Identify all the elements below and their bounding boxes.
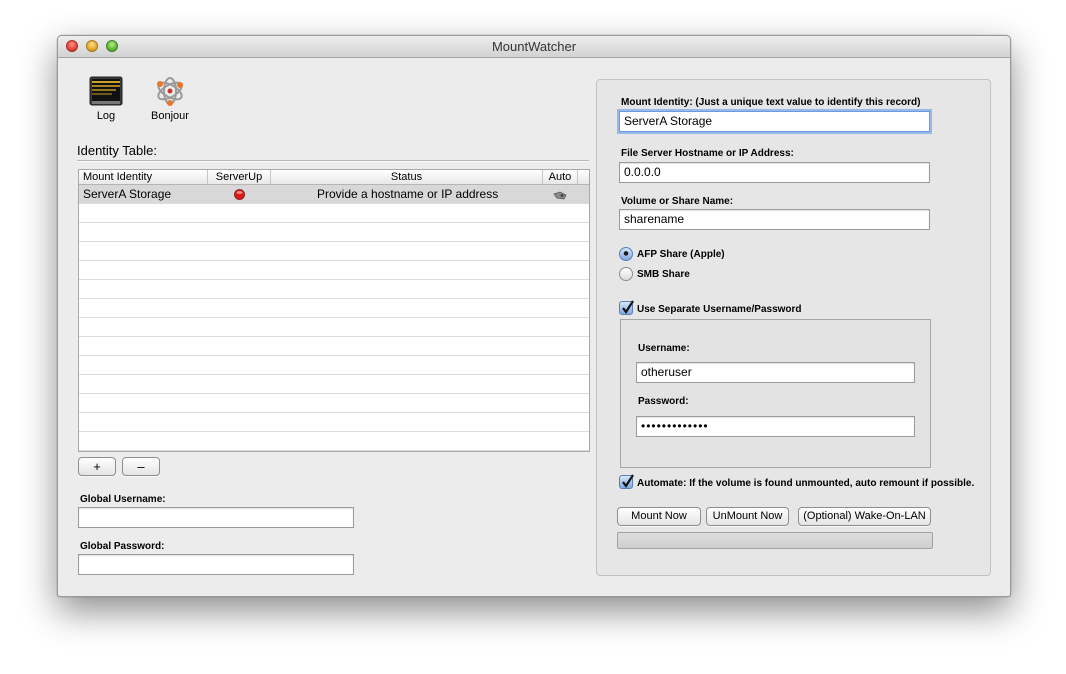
unmount-now-button[interactable]: UnMount Now xyxy=(706,507,789,526)
checkmark-icon xyxy=(622,300,634,314)
table-row-empty xyxy=(79,299,589,318)
afp-label[interactable]: AFP Share (Apple) xyxy=(637,249,725,260)
mount-identity-field[interactable]: ServerA Storage xyxy=(619,111,930,132)
table-row-empty xyxy=(79,242,589,261)
mount-identity-label: Mount Identity: (Just a unique text valu… xyxy=(621,97,921,108)
bonjour-icon xyxy=(157,77,183,106)
table-row-empty xyxy=(79,394,589,413)
smb-label[interactable]: SMB Share xyxy=(637,269,690,280)
row-mount-identity: ServerA Storage xyxy=(83,187,172,201)
global-username-field[interactable] xyxy=(78,507,354,528)
table-row-empty xyxy=(79,261,589,280)
mount-now-button[interactable]: Mount Now xyxy=(617,507,701,526)
auto-remount-icon[interactable] xyxy=(553,189,567,203)
identity-table[interactable]: Mount Identity ServerUp Status Auto Serv… xyxy=(78,169,590,452)
table-row-empty xyxy=(79,432,589,451)
column-status[interactable]: Status xyxy=(271,170,543,184)
row-status: Provide a hostname or IP address xyxy=(317,187,499,201)
column-server-up[interactable]: ServerUp xyxy=(208,170,271,184)
bonjour-tool[interactable]: Bonjour xyxy=(142,76,198,122)
separate-credentials-checkbox[interactable] xyxy=(619,300,634,315)
console-log-icon xyxy=(89,76,123,106)
identity-table-heading: Identity Table: xyxy=(77,143,157,158)
bonjour-label: Bonjour xyxy=(151,110,189,122)
log-label: Log xyxy=(96,110,116,122)
table-row[interactable]: ServerA Storage Provide a hostname or IP… xyxy=(79,185,589,204)
smb-radio[interactable] xyxy=(619,267,633,281)
table-row-empty xyxy=(79,280,589,299)
global-username-label: Global Username: xyxy=(80,494,166,505)
separate-credentials-label[interactable]: Use Separate Username/Password xyxy=(637,304,802,315)
password-field[interactable]: ••••••••••••• xyxy=(636,416,915,437)
title-bar[interactable]: MountWatcher xyxy=(58,36,1010,58)
table-row-empty xyxy=(79,413,589,432)
global-password-field[interactable] xyxy=(78,554,354,575)
credentials-box xyxy=(620,319,931,468)
host-label: File Server Hostname or IP Address: xyxy=(621,148,794,159)
checkmark-icon xyxy=(622,474,634,488)
automate-checkbox[interactable] xyxy=(619,474,634,489)
table-header: Mount Identity ServerUp Status Auto xyxy=(79,170,589,185)
host-field[interactable]: 0.0.0.0 xyxy=(619,162,930,183)
table-row-empty xyxy=(79,318,589,337)
wake-on-lan-button[interactable]: (Optional) Wake-On-LAN xyxy=(798,507,931,526)
afp-radio[interactable] xyxy=(619,247,633,261)
global-password-label: Global Password: xyxy=(80,541,165,552)
table-row-empty xyxy=(79,375,589,394)
main-window: MountWatcher Log Bonjour Identity Table: xyxy=(57,35,1011,597)
remove-identity-button[interactable]: – xyxy=(122,457,160,476)
share-name-field[interactable]: sharename xyxy=(619,209,930,230)
share-name-label: Volume or Share Name: xyxy=(621,196,734,207)
column-auto[interactable]: Auto xyxy=(543,170,578,184)
red-status-dot-icon xyxy=(234,189,245,203)
progress-bar xyxy=(617,532,933,549)
add-identity-button[interactable]: + xyxy=(78,457,116,476)
username-label: Username: xyxy=(638,343,690,354)
column-mount-identity[interactable]: Mount Identity xyxy=(79,170,208,184)
username-field[interactable]: otheruser xyxy=(636,362,915,383)
table-row-empty xyxy=(79,204,589,223)
table-row-empty xyxy=(79,356,589,375)
password-label: Password: xyxy=(638,396,689,407)
table-row-empty xyxy=(79,223,589,242)
window-title: MountWatcher xyxy=(491,39,577,54)
table-row-empty xyxy=(79,337,589,356)
log-tool[interactable]: Log xyxy=(78,76,134,122)
automate-label[interactable]: Automate: If the volume is found unmount… xyxy=(637,478,974,489)
identity-table-separator xyxy=(77,160,589,162)
